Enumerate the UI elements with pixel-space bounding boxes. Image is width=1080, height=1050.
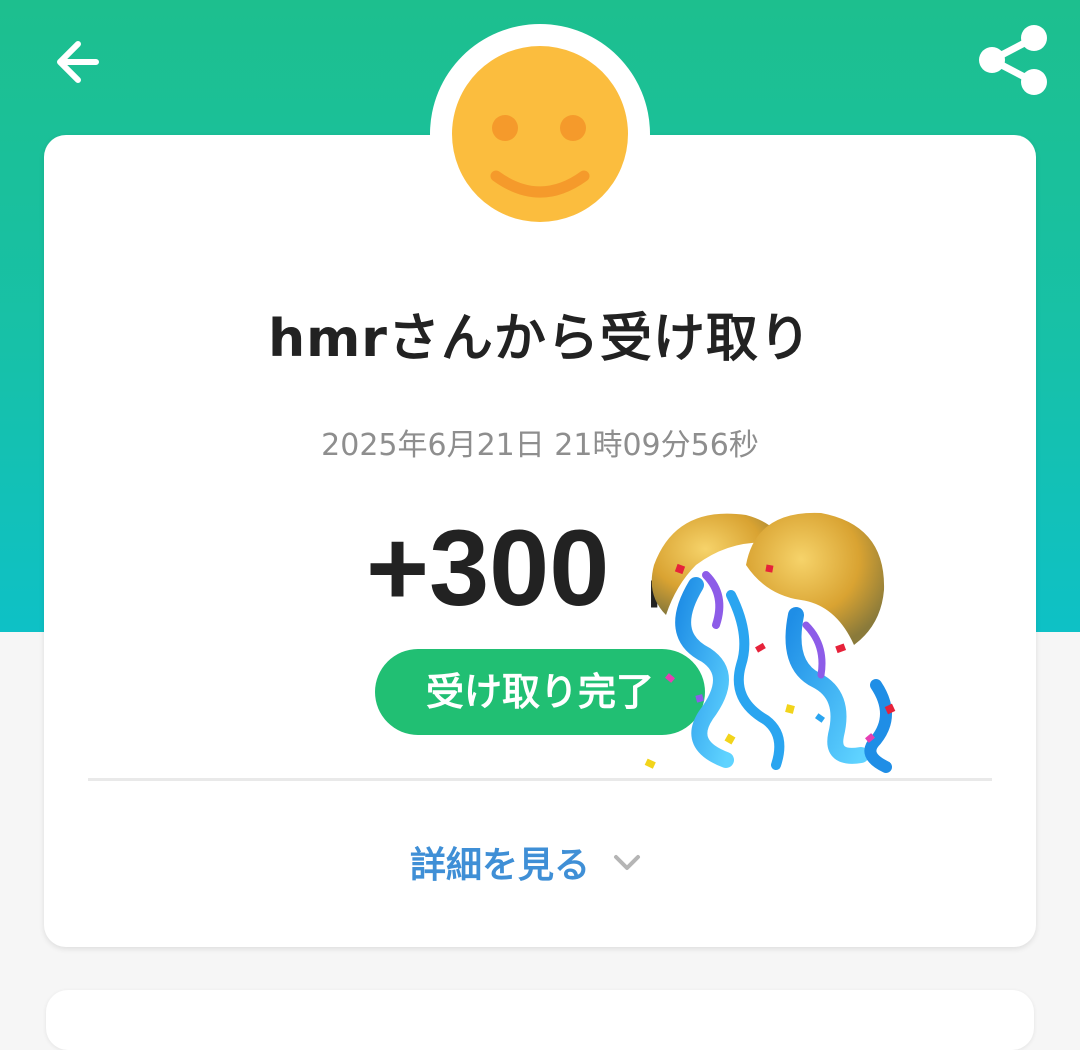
details-label: 詳細を見る [410,845,591,886]
arrow-left-icon [57,41,99,83]
smiley-face-icon [452,46,628,222]
transaction-amount: +300 [366,507,610,628]
secondary-card [46,990,1034,1050]
chevron-down-icon [614,855,641,870]
transaction-title: hmrさんから受け取り [268,309,812,369]
avatar [452,46,628,222]
share-icon [979,25,1047,95]
share-button[interactable] [974,22,1054,102]
details-toggle[interactable]: 詳細を見る [410,830,642,894]
divider [88,778,992,781]
kusudama-celebration-icon [636,505,916,780]
back-button[interactable] [48,32,108,92]
transaction-timestamp: 2025年6月21日 21時09分56秒 [321,428,759,463]
